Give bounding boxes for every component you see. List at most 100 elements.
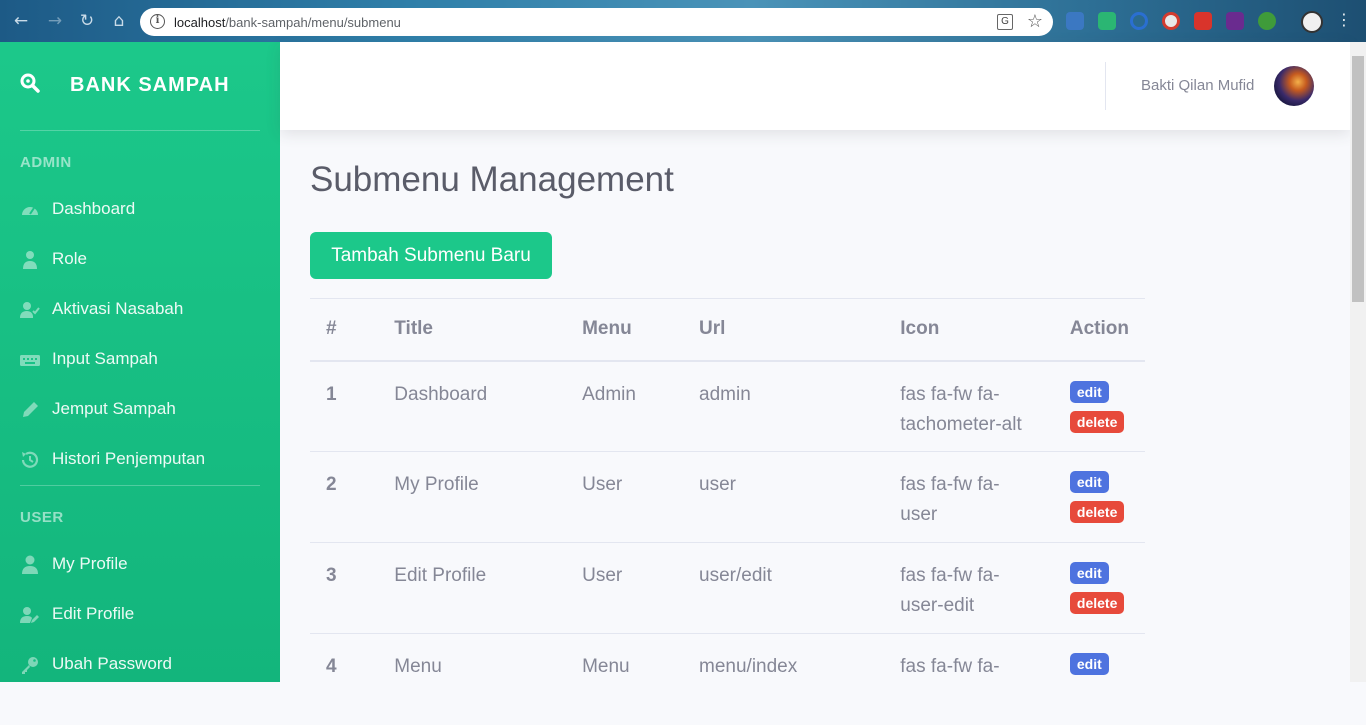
table-row: 2 My Profile User user fas fa-fw fa-user… [310, 451, 1145, 543]
cell-title: Menu [378, 633, 567, 725]
extension-icon[interactable] [1162, 12, 1180, 30]
info-icon[interactable]: i [150, 14, 165, 29]
reload-icon[interactable]: ↻ [76, 10, 98, 32]
extension-icon[interactable] [1194, 12, 1212, 30]
sidebar-item-label: Input Sampah [52, 349, 158, 368]
sidebar-item-input-sampah[interactable]: Input Sampah [0, 338, 280, 382]
browser-toolbar: ← → ↻ ⌂ i localhost/bank-sampah/menu/sub… [0, 0, 1366, 42]
sidebar-item-aktivasi-nasabah[interactable]: Aktivasi Nasabah [0, 288, 280, 332]
sidebar-item-label: Jemput Sampah [52, 399, 176, 418]
url-host: localhost [174, 15, 226, 30]
browser-profile-icon[interactable] [1301, 11, 1323, 33]
cell-icon-line: fas fa-fw fa- [900, 565, 1000, 586]
column-header-icon: Icon [884, 298, 1054, 362]
cell-url: admin [683, 360, 885, 452]
sidebar: BANK SAMPAH ADMIN Dashboard Role Aktivas… [0, 42, 280, 682]
sidebar-item-jemput-sampah[interactable]: Jemput Sampah [0, 388, 280, 432]
cell-number: 2 [310, 451, 379, 543]
sidebar-item-label: My Profile [52, 554, 128, 573]
scrollbar-thumb[interactable] [1352, 56, 1364, 302]
column-header-action: Action [1053, 298, 1145, 362]
url-path: /bank-sampah/menu/submenu [225, 15, 401, 30]
cell-url: user [683, 451, 885, 543]
edit-button[interactable]: edit [1069, 471, 1109, 493]
sidebar-divider [20, 130, 260, 131]
table-row: 4 Menu Menu menu/index fas fa-fw fa- edi… [310, 633, 1145, 725]
cell-icon-line: fas fa-fw fa- [900, 383, 1000, 405]
cell-menu: User [566, 542, 684, 634]
extension-icon[interactable] [1098, 12, 1116, 30]
extension-icon[interactable] [1226, 12, 1244, 30]
cell-icon-line: user [900, 504, 938, 525]
cell-number: 3 [310, 542, 379, 634]
table-row: 3 Edit Profile User user/edit fas fa-fw … [310, 542, 1145, 634]
user-name[interactable]: Bakti Qilan Mufid [1141, 77, 1254, 94]
extension-icon[interactable] [1258, 12, 1276, 30]
sidebar-item-ubah-password[interactable]: Ubah Password [0, 643, 280, 682]
table-header-row: # Title Menu Url Icon Action [310, 298, 1145, 362]
cell-number: 4 [310, 633, 379, 725]
brand-title: BANK SAMPAH [70, 74, 230, 96]
bookmark-star-icon[interactable]: ☆ [1027, 11, 1043, 32]
sidebar-item-label: Aktivasi Nasabah [52, 299, 184, 318]
forward-arrow-icon[interactable]: → [44, 10, 66, 32]
add-submenu-button[interactable]: Tambah Submenu Baru [310, 232, 552, 279]
cell-title: Dashboard [378, 360, 567, 452]
cell-icon: fas fa-fw fa-user-edit [884, 542, 1054, 634]
sidebar-item-dashboard[interactable]: Dashboard [0, 188, 280, 232]
edit-button[interactable]: edit [1069, 653, 1109, 675]
sidebar-heading-admin: ADMIN [20, 154, 72, 171]
extension-icon[interactable] [1130, 12, 1148, 30]
home-icon[interactable]: ⌂ [108, 10, 130, 32]
topbar-divider [1105, 62, 1106, 110]
cell-action: edit [1053, 633, 1145, 725]
cell-number: 1 [310, 360, 379, 452]
delete-button[interactable]: delete [1069, 501, 1125, 523]
sidebar-item-label: Histori Penjemputan [52, 449, 206, 468]
topbar: Bakti Qilan Mufid [280, 42, 1350, 130]
sidebar-item-label: Role [52, 249, 87, 268]
url-text[interactable]: localhost/bank-sampah/menu/submenu [174, 15, 401, 30]
cell-icon-line: user-edit [900, 595, 975, 616]
cell-icon: fas fa-fw fa- [884, 633, 1054, 725]
sidebar-divider [20, 485, 260, 486]
cell-menu: Admin [566, 360, 684, 452]
edit-button[interactable]: edit [1069, 562, 1109, 584]
sidebar-item-label: Dashboard [52, 199, 136, 218]
extension-icon[interactable] [1066, 12, 1084, 30]
page-title: Submenu Management [310, 160, 674, 199]
cell-icon-line: tachometer-alt [900, 413, 1022, 435]
sidebar-item-role[interactable]: Role [0, 238, 280, 282]
cell-icon: fas fa-fw fa-user [884, 451, 1054, 543]
submenu-table: # Title Menu Url Icon Action 1 Dashboard… [310, 298, 1145, 725]
column-header-title: Title [378, 298, 567, 362]
cell-icon: fas fa-fw fa-tachometer-alt [884, 360, 1054, 452]
cell-title: My Profile [378, 451, 567, 543]
edit-button[interactable]: edit [1069, 380, 1109, 403]
delete-button[interactable]: delete [1069, 410, 1125, 433]
avatar[interactable] [1274, 66, 1314, 106]
sidebar-item-edit-profile[interactable]: Edit Profile [0, 593, 280, 637]
column-header-menu: Menu [566, 298, 684, 362]
sidebar-item-my-profile[interactable]: My Profile [0, 543, 280, 587]
browser-menu-icon[interactable]: ⋮ [1336, 10, 1352, 29]
cell-url: user/edit [683, 542, 885, 634]
cell-action: edit delete [1053, 542, 1145, 634]
address-bar[interactable]: i localhost/bank-sampah/menu/submenu G ☆ [140, 8, 1053, 36]
keyboard-icon [20, 355, 40, 366]
sidebar-brand[interactable]: BANK SAMPAH [0, 42, 280, 130]
column-header-url: Url [683, 298, 885, 362]
user-icon [22, 555, 38, 574]
translate-icon[interactable]: G [997, 14, 1013, 30]
cell-menu: User [566, 451, 684, 543]
column-header-number: # [310, 298, 379, 362]
delete-button[interactable]: delete [1069, 592, 1125, 614]
page-scrollbar[interactable] [1350, 42, 1366, 682]
sidebar-item-label: Edit Profile [52, 604, 135, 623]
back-arrow-icon[interactable]: ← [10, 10, 32, 32]
cell-icon-line: fas fa-fw fa- [900, 656, 1000, 677]
cell-action: edit delete [1053, 360, 1145, 452]
sidebar-item-histori-penjemputan[interactable]: Histori Penjemputan [0, 438, 280, 482]
user-tie-icon [23, 251, 37, 269]
search-dollar-icon [20, 73, 40, 93]
